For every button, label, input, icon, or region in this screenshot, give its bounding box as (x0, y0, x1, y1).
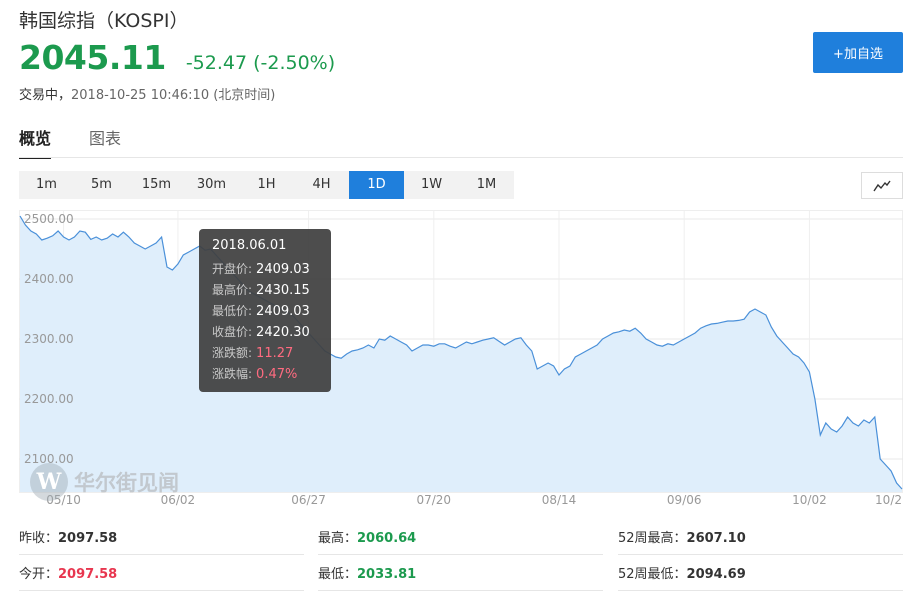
stat-open: 今开：2097.58 (19, 559, 304, 591)
tooltip-row-change: 涨跌额: 11.27 (212, 344, 293, 361)
tab-divider (19, 157, 903, 158)
period-5m[interactable]: 5m (74, 171, 129, 199)
tooltip-row-low: 最低价: 2409.03 (212, 302, 310, 319)
chart-type-button[interactable] (861, 172, 903, 199)
current-price: 2045.11 (19, 38, 166, 77)
watermark-text: 华尔街见闻 (74, 470, 179, 495)
tooltip-row-open: 开盘价: 2409.03 (212, 260, 310, 277)
y-tick-label: 2200.00 (24, 392, 74, 406)
x-tick-label: 10/02 (792, 493, 827, 507)
stat-low: 最低：2033.81 (318, 559, 603, 591)
y-tick-label: 2500.00 (24, 212, 74, 226)
period-1d[interactable]: 1D (349, 171, 404, 199)
stat-prev-close: 昨收：2097.58 (19, 523, 304, 555)
period-1h[interactable]: 1H (239, 171, 294, 199)
tooltip-key: 最低价: (212, 304, 253, 318)
stat-value: 2097.58 (58, 567, 118, 582)
stat-label: 最低： (318, 567, 358, 582)
x-tick-label: 07/20 (416, 493, 451, 507)
x-tick-label: 08/14 (542, 493, 577, 507)
trading-state: 交易中， (19, 88, 72, 103)
stat-label: 今开： (19, 567, 59, 582)
stat-label: 52周最低： (618, 567, 687, 582)
watermark: W 华尔街见闻 (30, 463, 179, 501)
chart-tooltip: 2018.06.01 开盘价: 2409.03 最高价: 2430.15 最低价: 2… (199, 229, 331, 392)
price-change: -52.47 (-2.50%) (185, 52, 336, 74)
period-1mo[interactable]: 1M (459, 171, 514, 199)
stats-table: 昨收：2097.58 最高：2060.64 52周最高：2607.10 今开：2… (19, 523, 903, 595)
period-1m[interactable]: 1m (19, 171, 74, 199)
x-tick-label: 06/27 (291, 493, 326, 507)
period-1w[interactable]: 1W (404, 171, 459, 199)
stats-row: 昨收：2097.58 最高：2060.64 52周最高：2607.10 (19, 523, 903, 559)
stats-row: 今开：2097.58 最低：2033.81 52周最低：2094.69 (19, 559, 903, 595)
tooltip-value: 2409.03 (256, 262, 310, 277)
stat-value: 2097.58 (58, 531, 118, 546)
stat-label: 最高： (318, 531, 358, 546)
stat-label: 昨收： (19, 531, 59, 546)
tooltip-key: 收盘价: (212, 325, 253, 339)
stat-52w-low: 52周最低：2094.69 (618, 559, 903, 591)
tooltip-row-close: 收盘价: 2420.30 (212, 323, 310, 340)
trading-status: 交易中，2018-10-25 10:46:10 (北京时间) (19, 84, 275, 103)
period-15m[interactable]: 15m (129, 171, 184, 199)
stat-label: 52周最高： (618, 531, 687, 546)
period-4h[interactable]: 4H (294, 171, 349, 199)
period-30m[interactable]: 30m (184, 171, 239, 199)
price-row: 2045.11 -52.47 (-2.50%) (19, 38, 335, 77)
wallstreetcn-logo-icon: W (30, 463, 68, 501)
tooltip-key: 涨跌幅: (212, 367, 253, 381)
stat-52w-high: 52周最高：2607.10 (618, 523, 903, 555)
stat-value: 2094.69 (686, 567, 746, 582)
view-tabs: 概览 图表 (19, 125, 159, 159)
tooltip-value: 2420.30 (256, 325, 310, 340)
stat-value: 2607.10 (686, 531, 746, 546)
stat-value: 2060.64 (357, 531, 417, 546)
tooltip-date: 2018.06.01 (212, 238, 287, 253)
tooltip-row-high: 最高价: 2430.15 (212, 281, 310, 298)
tooltip-value: 0.47% (256, 367, 298, 382)
tooltip-value: 2409.03 (256, 304, 310, 319)
update-time: 2018-10-25 10:46:10 (北京时间) (71, 88, 276, 103)
stat-high: 最高：2060.64 (318, 523, 603, 555)
tooltip-value: 11.27 (256, 346, 294, 361)
y-tick-label: 2300.00 (24, 332, 74, 346)
index-title: 韩国综指（KOSPI） (19, 10, 189, 32)
period-selector: 1m 5m 15m 30m 1H 4H 1D 1W 1M (19, 171, 514, 199)
x-tick-label: 09/06 (667, 493, 702, 507)
line-chart-icon (873, 180, 891, 191)
tooltip-key: 开盘价: (212, 262, 253, 276)
y-tick-label: 2400.00 (24, 272, 74, 286)
tooltip-value: 2430.15 (256, 283, 310, 298)
tooltip-key: 涨跌额: (212, 346, 253, 360)
tooltip-key: 最高价: (212, 283, 253, 297)
tab-overview[interactable]: 概览 (19, 125, 52, 159)
tab-chart[interactable]: 图表 (89, 125, 121, 159)
stat-value: 2033.81 (357, 567, 417, 582)
price-area (20, 216, 902, 492)
add-watchlist-button[interactable]: +加自选 (813, 32, 903, 73)
tooltip-row-change-pct: 涨跌幅: 0.47% (212, 365, 297, 382)
x-tick-label: 10/2 (875, 493, 902, 507)
